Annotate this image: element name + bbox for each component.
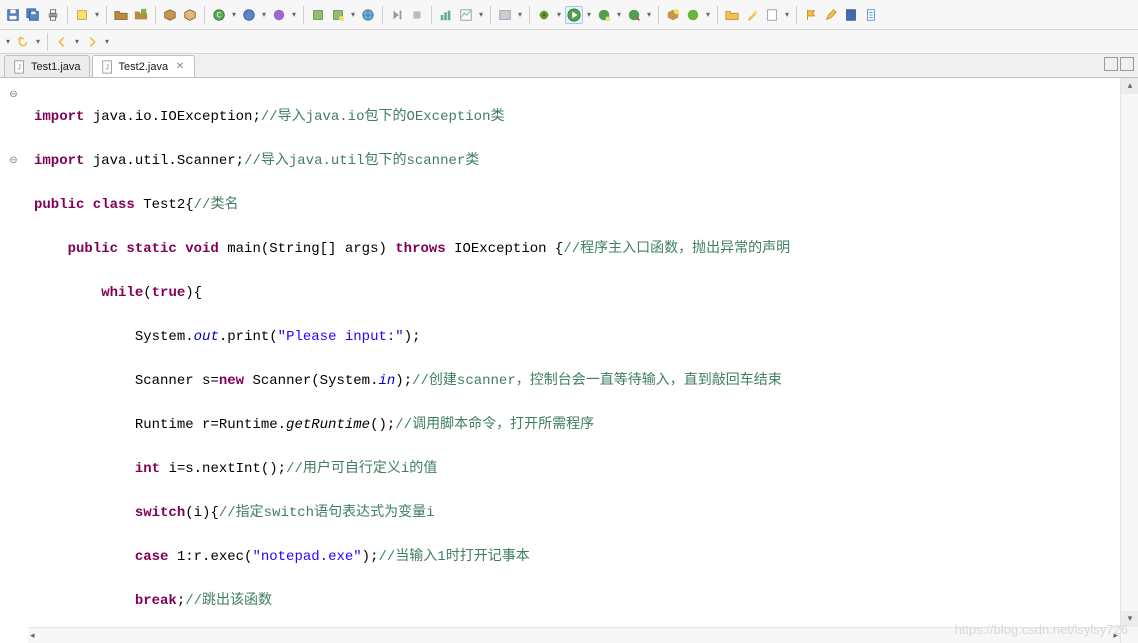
scroll-up-icon[interactable]: ▴ bbox=[1121, 78, 1138, 94]
server2-icon[interactable] bbox=[329, 6, 347, 24]
code-area[interactable]: import java.io.IOException;//导入java.io包下… bbox=[28, 78, 1120, 643]
toolbar-sep bbox=[490, 6, 491, 24]
tab-controls bbox=[1104, 57, 1134, 71]
toolbar-sep bbox=[204, 6, 205, 24]
minimize-icon[interactable] bbox=[1104, 57, 1118, 71]
wand-icon[interactable] bbox=[743, 6, 761, 24]
save-all-icon[interactable] bbox=[24, 6, 42, 24]
image-icon[interactable] bbox=[496, 6, 514, 24]
dropdown-icon[interactable]: ▾ bbox=[516, 6, 524, 24]
package-icon[interactable] bbox=[161, 6, 179, 24]
chart2-icon[interactable] bbox=[457, 6, 475, 24]
folder-y-icon[interactable] bbox=[723, 6, 741, 24]
save-icon[interactable] bbox=[4, 6, 22, 24]
stop-icon[interactable] bbox=[408, 6, 426, 24]
chart-icon[interactable] bbox=[437, 6, 455, 24]
open-type-icon[interactable] bbox=[132, 6, 150, 24]
close-icon[interactable]: ✕ bbox=[174, 61, 186, 73]
undo-icon[interactable] bbox=[14, 33, 32, 51]
dropdown-icon[interactable]: ▾ bbox=[645, 6, 653, 24]
toolbar-sep bbox=[67, 6, 68, 24]
toolbar-sep bbox=[658, 6, 659, 24]
new-class3-icon[interactable] bbox=[270, 6, 288, 24]
dropdown-icon[interactable]: ▾ bbox=[615, 6, 623, 24]
dropdown-icon[interactable]: ▾ bbox=[230, 6, 238, 24]
new-project-icon[interactable] bbox=[73, 6, 91, 24]
dropdown-icon[interactable]: ▾ bbox=[555, 6, 563, 24]
dropdown-icon[interactable]: ▾ bbox=[783, 6, 791, 24]
svg-text:J: J bbox=[17, 64, 21, 71]
toolbar-sep bbox=[106, 6, 107, 24]
new-class-icon[interactable]: C bbox=[210, 6, 228, 24]
editor: ⊖ ⊖ import java.io.IOException;//导入java.… bbox=[0, 78, 1138, 643]
horizontal-scrollbar[interactable]: ◂▸ bbox=[28, 627, 1120, 643]
dropdown-icon[interactable]: ▾ bbox=[477, 6, 485, 24]
debug-icon[interactable] bbox=[535, 6, 553, 24]
toolbar-sep bbox=[155, 6, 156, 24]
back-icon[interactable] bbox=[53, 33, 71, 51]
skip-icon[interactable] bbox=[388, 6, 406, 24]
page-icon[interactable] bbox=[862, 6, 880, 24]
server-icon[interactable] bbox=[309, 6, 327, 24]
dropdown-icon[interactable]: ▾ bbox=[585, 6, 593, 24]
fold-icon[interactable]: ⊖ bbox=[0, 150, 27, 172]
toolbar-sep bbox=[47, 33, 48, 51]
toolbar-sep bbox=[529, 6, 530, 24]
new-pkg-icon[interactable] bbox=[664, 6, 682, 24]
book-icon[interactable] bbox=[842, 6, 860, 24]
tab-test2[interactable]: J Test2.java ✕ bbox=[92, 55, 196, 77]
new-class2-icon[interactable] bbox=[240, 6, 258, 24]
maximize-icon[interactable] bbox=[1120, 57, 1134, 71]
dropdown-icon[interactable]: ▾ bbox=[704, 6, 712, 24]
java-file-icon: J bbox=[13, 60, 27, 74]
vertical-scrollbar[interactable]: ▴ ▾ bbox=[1120, 78, 1138, 643]
open-icon[interactable] bbox=[112, 6, 130, 24]
dropdown-icon[interactable]: ▾ bbox=[349, 6, 357, 24]
main-toolbar: ▾ C ▾ ▾ ▾ ▾ ▾ ▾ ▾ ▾ ▾ ▾ ▾ ▾ bbox=[0, 0, 1138, 30]
fwd-icon[interactable] bbox=[83, 33, 101, 51]
run-ext-icon[interactable] bbox=[595, 6, 613, 24]
toolbar-sep bbox=[717, 6, 718, 24]
tab-test1[interactable]: J Test1.java bbox=[4, 55, 90, 77]
print-icon[interactable] bbox=[44, 6, 62, 24]
dropdown-icon[interactable]: ▾ bbox=[290, 6, 298, 24]
toolbar-sep bbox=[382, 6, 383, 24]
dropdown-icon[interactable]: ▾ bbox=[93, 6, 101, 24]
dropdown-icon[interactable]: ▾ bbox=[34, 33, 42, 51]
package-open-icon[interactable] bbox=[181, 6, 199, 24]
pen-icon[interactable] bbox=[822, 6, 840, 24]
toolbar-sep bbox=[796, 6, 797, 24]
flag-icon[interactable] bbox=[802, 6, 820, 24]
scroll-down-icon[interactable]: ▾ bbox=[1121, 611, 1138, 627]
globe-icon[interactable] bbox=[359, 6, 377, 24]
dropdown-icon[interactable]: ▾ bbox=[260, 6, 268, 24]
nav-toolbar: ▾ ▾ ▾ ▾ bbox=[0, 30, 1138, 54]
svg-text:J: J bbox=[105, 64, 109, 71]
tab-label: Test1.java bbox=[31, 61, 81, 73]
dropdown-icon[interactable]: ▾ bbox=[73, 33, 81, 51]
run-icon[interactable] bbox=[565, 6, 583, 24]
editor-tabbar: J Test1.java J Test2.java ✕ bbox=[0, 54, 1138, 78]
dropdown-icon[interactable]: ▾ bbox=[4, 33, 12, 51]
gutter[interactable]: ⊖ ⊖ bbox=[0, 78, 28, 643]
run-hist-icon[interactable] bbox=[625, 6, 643, 24]
svg-text:C: C bbox=[217, 11, 222, 20]
tab-label: Test2.java bbox=[119, 61, 169, 73]
round-icon[interactable] bbox=[684, 6, 702, 24]
toolbar-sep bbox=[303, 6, 304, 24]
paper-icon[interactable] bbox=[763, 6, 781, 24]
java-file-icon: J bbox=[101, 60, 115, 74]
dropdown-icon[interactable]: ▾ bbox=[103, 33, 111, 51]
fold-icon[interactable]: ⊖ bbox=[0, 84, 27, 106]
toolbar-sep bbox=[431, 6, 432, 24]
